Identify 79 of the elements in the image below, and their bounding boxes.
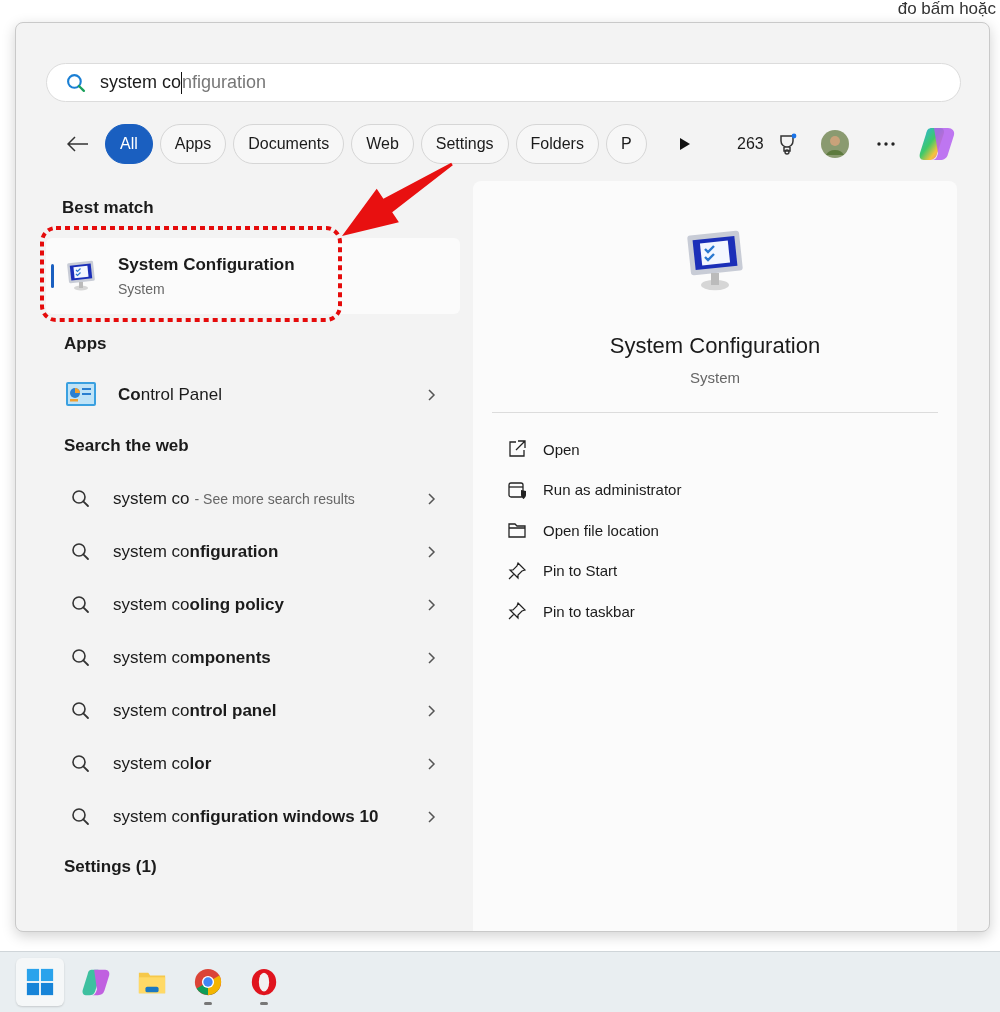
result-title: system components [113,647,271,667]
section-heading: Apps [63,334,108,355]
filter-tab[interactable]: Folders [515,124,599,164]
filter-tab[interactable]: Web [351,124,414,164]
filter-tab[interactable]: All [105,124,153,164]
selection-indicator [51,264,54,288]
result-item[interactable]: system configuration windows 10 [46,790,460,843]
windows-logo-icon [25,967,55,997]
filter-tab[interactable]: P [605,124,647,164]
chevron-icon [428,598,436,611]
text-cursor [181,71,183,94]
chevron-icon [428,492,436,505]
chevron-icon [428,757,436,770]
monitor-icon [65,260,97,292]
result-item[interactable]: system cooling policy [46,578,460,631]
search-icon [71,542,90,561]
opera-icon [249,967,279,997]
result-note: - See more search results [194,490,355,507]
play-icon[interactable] [679,137,691,151]
search-field[interactable]: system configuration [46,63,961,102]
search-icon [66,72,86,93]
search-icon [71,489,90,508]
search-icon [71,754,90,773]
filter-tab[interactable]: Apps [159,124,227,164]
result-item[interactable]: Control Panel [46,370,460,420]
section-heading: Search the web [63,436,190,457]
search-icon [71,595,90,614]
result-title: System Configuration [118,255,296,275]
action-item[interactable]: Open [473,429,957,470]
result-item[interactable]: system color [46,737,460,790]
more-icon[interactable] [875,141,896,147]
folder-icon [507,520,527,541]
result-title: system color [113,753,212,773]
app-title: System Configuration [609,333,821,359]
search-icon [71,701,90,720]
copilot-icon[interactable] [917,126,956,162]
section-heading: Settings (1) [63,857,158,878]
taskbar-button[interactable] [16,958,64,1006]
pin-icon [507,560,527,581]
action-item[interactable]: Run as administrator [473,469,957,510]
action-item[interactable]: Open file location [473,510,957,551]
chrome-icon [193,967,223,997]
search-icon [71,648,90,667]
page-text: đo bấm hoặc [897,1,997,17]
result-title: system configuration windows 10 [113,806,379,826]
running-indicator [204,1002,212,1005]
result-title: Control Panel [118,385,222,404]
filter-tab[interactable]: Documents [233,124,345,164]
app-subtitle: System [690,369,740,386]
filter-tab[interactable]: Settings [420,124,509,164]
result-title: system control panel [113,700,277,720]
search-icon [71,807,90,826]
section-heading: Best match [61,198,155,219]
copilot-icon [81,967,111,997]
points-count: 263 [737,135,764,153]
result-item[interactable]: system components [46,631,460,684]
autocomplete-suggestion: nfiguration [182,72,267,93]
chevron-icon [428,651,436,664]
open-external-icon [507,439,527,460]
result-item[interactable]: system configuration [46,525,460,578]
action-item[interactable]: Pin to Start [473,550,957,591]
chevron-icon [428,545,436,558]
result-title: system co [113,488,190,508]
pin-icon [507,601,527,622]
action-item[interactable]: Pin to taskbar [473,591,957,632]
result-item[interactable]: system control panel [46,684,460,737]
search-text[interactable]: system co [100,72,182,93]
result-title: system cooling policy [113,594,284,614]
result-subtitle: System [118,281,166,297]
result-item[interactable]: System Configuration System [46,238,460,314]
chevron-icon [428,704,436,717]
chevron-icon [428,389,436,401]
result-title: system configuration [113,541,279,561]
shield-window-icon [507,479,527,500]
result-item[interactable]: system co - See more search results [46,472,460,525]
chevron-icon [428,810,436,823]
back-icon[interactable] [67,136,89,152]
avatar[interactable] [819,129,850,159]
running-indicator [260,1002,268,1005]
